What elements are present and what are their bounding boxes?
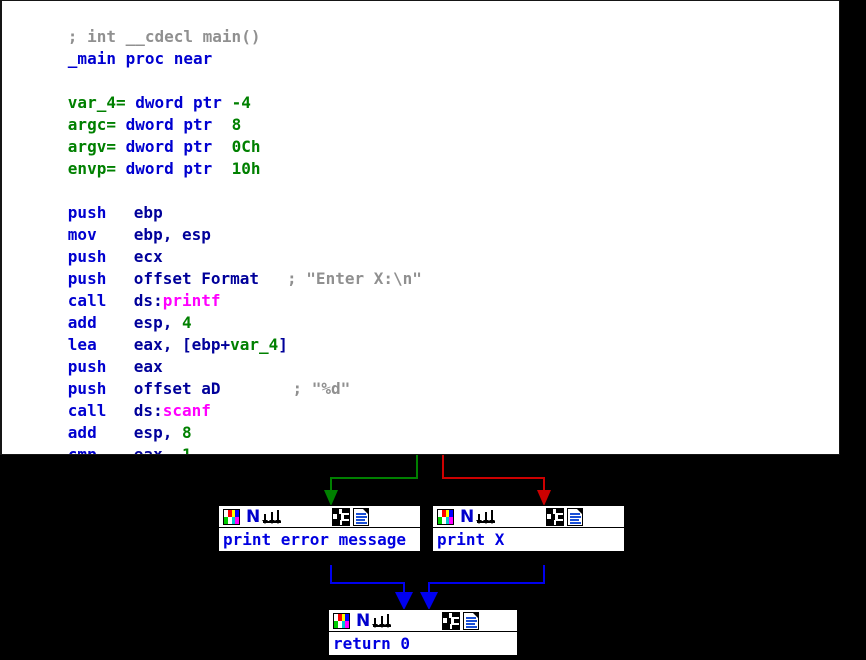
disassembly-basic-block[interactable]: ; int __cdecl main() _main proc near var…	[0, 0, 840, 455]
var-value: 10h	[231, 159, 261, 178]
edge-prx-ret	[420, 565, 545, 610]
collapse-arrows-icon[interactable]	[476, 509, 496, 525]
mnemonic: call	[67, 291, 107, 310]
node-letter-icon[interactable]: N	[246, 508, 260, 525]
var-value: 8	[231, 115, 242, 134]
edge-true	[324, 455, 418, 506]
operands: esp,	[133, 313, 182, 332]
var-name: argv=	[67, 137, 116, 156]
puzzle-piece-icon[interactable]	[546, 507, 565, 526]
node-letter-icon[interactable]: N	[356, 612, 370, 629]
var-name: envp=	[67, 159, 116, 178]
segment-prefix: ds:	[133, 401, 163, 420]
operands: offset aD	[133, 379, 221, 398]
operand-number: 1	[181, 445, 192, 455]
operands: eax,	[133, 445, 182, 455]
operand-localvar: var_4	[230, 335, 279, 354]
mnemonic: push	[67, 203, 107, 222]
var-kind: dword ptr	[115, 159, 232, 178]
var-name: var_4=	[67, 93, 126, 112]
var-value: -4	[231, 93, 251, 112]
operand-number: 8	[181, 423, 192, 442]
group-node-title: print X	[433, 528, 624, 551]
mnemonic: push	[67, 247, 107, 266]
mnemonic: add	[67, 313, 97, 332]
collapse-arrows-icon[interactable]	[372, 613, 392, 629]
puzzle-piece-icon[interactable]	[442, 611, 461, 630]
group-node-title: return 0	[329, 632, 517, 655]
proc-directive: proc near	[115, 49, 213, 68]
node-letter-icon[interactable]: N	[460, 508, 474, 525]
inline-comment: ; "Enter X:\n"	[287, 269, 422, 288]
document-icon[interactable]	[353, 507, 370, 526]
operands: offset Format	[133, 269, 260, 288]
operands: eax	[133, 357, 163, 376]
group-node-print-error-message[interactable]: N print error message	[218, 505, 421, 552]
operands: ebp	[133, 203, 163, 222]
var-kind: dword ptr	[115, 137, 232, 156]
operands: ecx	[133, 247, 163, 266]
group-node-return-0[interactable]: N return 0	[328, 609, 518, 656]
group-node-title: print error message	[219, 528, 420, 551]
palette-icon[interactable]	[223, 508, 240, 525]
import-name: printf	[162, 291, 221, 310]
mnemonic: cmp	[67, 445, 97, 455]
code-line-instruction: push ebp	[2, 180, 839, 222]
operands-tail: ]	[278, 335, 288, 354]
comment-text: ; int __cdecl main()	[67, 27, 261, 46]
group-node-toolbar[interactable]: N	[219, 506, 420, 528]
operands: ebp, esp	[133, 225, 211, 244]
mnemonic: mov	[67, 225, 97, 244]
var-value: 0Ch	[231, 137, 261, 156]
graph-canvas[interactable]: ; int __cdecl main() _main proc near var…	[0, 0, 866, 660]
puzzle-piece-icon[interactable]	[332, 507, 351, 526]
mnemonic: push	[67, 269, 107, 288]
mnemonic: lea	[67, 335, 97, 354]
operand-number: 4	[181, 313, 192, 332]
group-node-toolbar[interactable]: N	[433, 506, 624, 528]
mnemonic: push	[67, 379, 107, 398]
var-name: argc=	[67, 115, 116, 134]
import-name: scanf	[162, 401, 211, 420]
var-kind: dword ptr	[125, 93, 232, 112]
edge-err-ret	[330, 565, 413, 610]
mnemonic: add	[67, 423, 97, 442]
document-icon[interactable]	[463, 611, 480, 630]
group-node-toolbar[interactable]: N	[329, 610, 517, 632]
mnemonic: push	[67, 357, 107, 376]
segment-prefix: ds:	[133, 291, 163, 310]
palette-icon[interactable]	[333, 612, 350, 629]
code-line-vardef: var_4= dword ptr -4	[2, 70, 839, 112]
operands: esp,	[133, 423, 182, 442]
mnemonic: call	[67, 401, 107, 420]
code-line-comment: ; int __cdecl main()	[2, 4, 839, 46]
group-node-print-x[interactable]: N print X	[432, 505, 625, 552]
document-icon[interactable]	[567, 507, 584, 526]
operands: eax, [ebp+	[133, 335, 231, 354]
collapse-arrows-icon[interactable]	[262, 509, 282, 525]
inline-comment: ; "%d"	[292, 379, 351, 398]
var-kind: dword ptr	[115, 115, 232, 134]
proc-name: _main	[67, 49, 116, 68]
palette-icon[interactable]	[437, 508, 454, 525]
edge-false	[442, 455, 551, 506]
